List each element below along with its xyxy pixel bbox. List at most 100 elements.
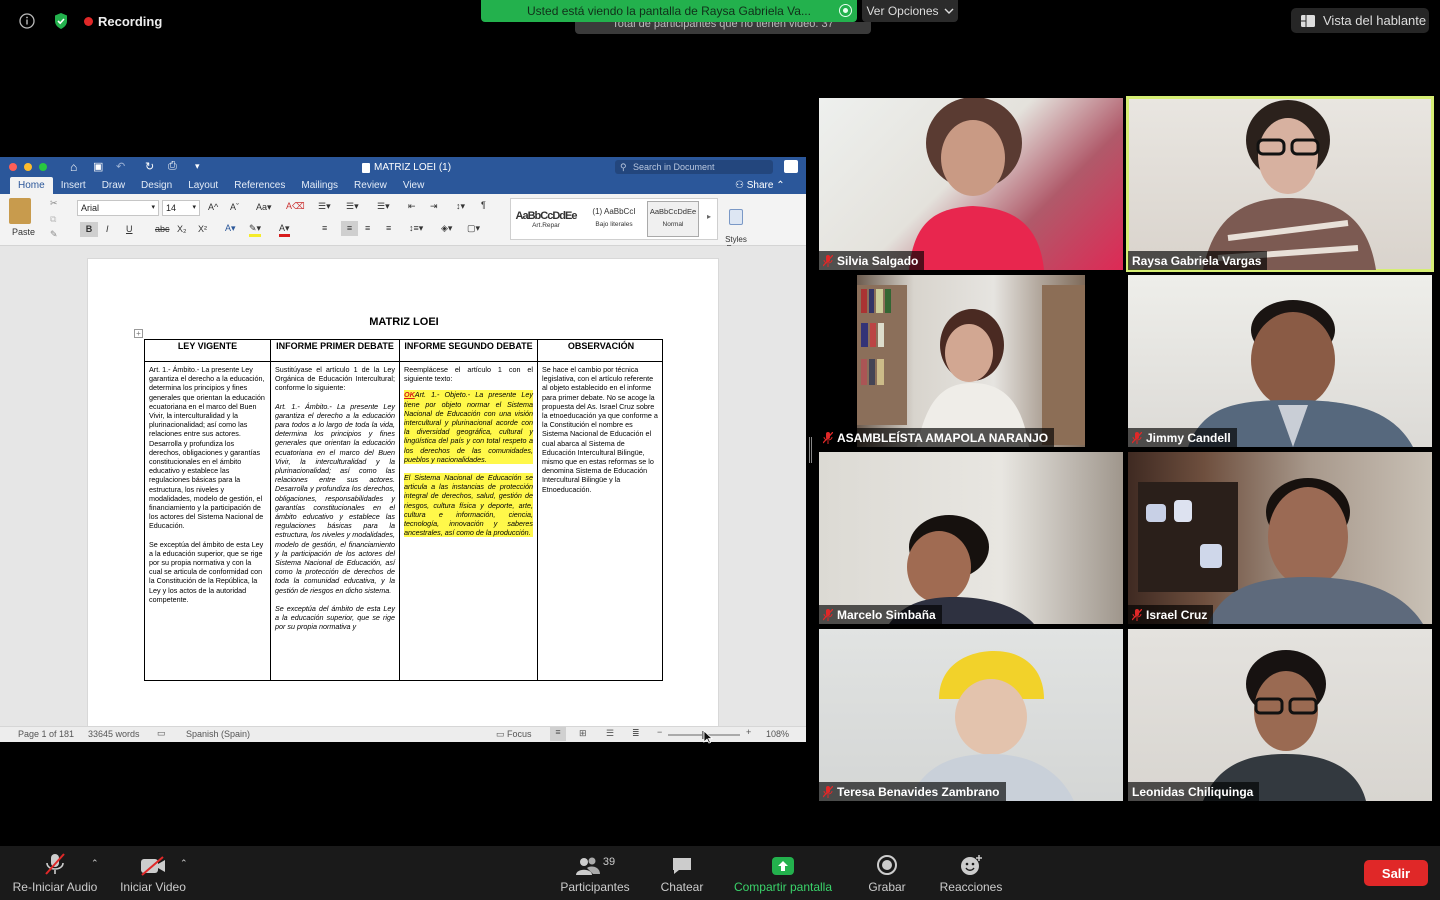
tab-design[interactable]: Design bbox=[133, 177, 180, 194]
italic-button[interactable]: I bbox=[106, 224, 109, 234]
bullets-icon[interactable]: ☰▾ bbox=[318, 201, 331, 212]
video-tile[interactable]: Israel Cruz bbox=[1128, 452, 1432, 624]
show-marks-icon[interactable]: ¶ bbox=[481, 200, 486, 210]
grow-font-icon[interactable]: A^ bbox=[208, 202, 218, 212]
tab-insert[interactable]: Insert bbox=[53, 177, 94, 194]
video-tile[interactable]: Marcelo Simbaña bbox=[819, 452, 1123, 624]
record-button[interactable]: Grabar bbox=[858, 846, 916, 900]
video-options-chevron-icon[interactable]: ⌃ bbox=[180, 858, 188, 869]
tab-view[interactable]: View bbox=[395, 177, 433, 194]
zoom-out-icon[interactable]: − bbox=[657, 727, 662, 737]
paste-clipboard-icon[interactable] bbox=[9, 198, 31, 224]
highlight-color-icon[interactable]: ✎▾ bbox=[249, 223, 262, 237]
font-color-icon[interactable]: A▾ bbox=[279, 223, 290, 237]
print-layout-icon[interactable]: ≡ bbox=[550, 727, 566, 741]
table-cell[interactable]: Art. 1.- Ámbito.- La presente Ley garant… bbox=[145, 362, 270, 607]
strikethrough-button[interactable]: abc bbox=[155, 224, 170, 234]
focus-button[interactable]: ▭ Focus bbox=[496, 729, 532, 740]
tab-review[interactable]: Review bbox=[346, 177, 395, 194]
language-indicator[interactable]: Spanish (Spain) bbox=[186, 729, 250, 739]
speaker-view-button[interactable]: Vista del hablante bbox=[1291, 8, 1429, 33]
minimize-window-icon[interactable] bbox=[24, 163, 32, 171]
draft-icon[interactable]: ≣ bbox=[632, 728, 640, 739]
justify-icon[interactable]: ≡ bbox=[386, 223, 391, 233]
info-icon[interactable] bbox=[17, 11, 37, 31]
table-move-handle-icon[interactable]: + bbox=[134, 329, 143, 338]
leave-meeting-button[interactable]: Salir bbox=[1364, 860, 1428, 886]
home-icon[interactable]: ⌂ bbox=[70, 160, 77, 174]
video-tile[interactable]: Teresa Benavides Zambrano bbox=[819, 629, 1123, 801]
page-count[interactable]: Page 1 of 181 bbox=[18, 729, 74, 739]
security-shield-icon[interactable] bbox=[51, 11, 71, 31]
chat-button[interactable]: Chatear bbox=[652, 846, 712, 900]
search-document-input[interactable]: ⚲ Search in Document bbox=[615, 160, 773, 174]
subscript-button[interactable]: X₂ bbox=[177, 224, 187, 234]
tab-draw[interactable]: Draw bbox=[94, 177, 133, 194]
style-normal[interactable]: AaBbCcDdEe Normal bbox=[647, 201, 699, 237]
style-art-repar[interactable]: AaBbCcDdEe Art.Repar bbox=[513, 201, 579, 237]
cut-icon[interactable]: ✂ bbox=[50, 198, 58, 209]
shrink-font-icon[interactable]: Aˇ bbox=[230, 202, 239, 212]
feedback-icon[interactable] bbox=[784, 160, 798, 173]
format-painter-icon[interactable]: ✎ bbox=[50, 229, 58, 240]
start-video-button[interactable]: Iniciar Video bbox=[114, 846, 192, 900]
redo-icon[interactable]: ↻ bbox=[145, 160, 154, 173]
tab-mailings[interactable]: Mailings bbox=[293, 177, 346, 194]
line-spacing-icon[interactable]: ↕≡▾ bbox=[409, 223, 423, 234]
video-tile[interactable]: Silvia Salgado bbox=[819, 98, 1123, 270]
zoom-in-icon[interactable]: + bbox=[746, 727, 751, 737]
recording-indicator[interactable]: Recording bbox=[84, 14, 162, 29]
participants-button[interactable]: 39 Participantes bbox=[555, 846, 635, 900]
customize-toolbar-icon[interactable]: ▾ bbox=[195, 161, 200, 172]
shading-icon[interactable]: ◈▾ bbox=[441, 223, 452, 234]
word-count[interactable]: 33645 words bbox=[88, 729, 140, 739]
numbering-icon[interactable]: ☰▾ bbox=[346, 201, 359, 212]
tab-references[interactable]: References bbox=[226, 177, 293, 194]
view-options-dropdown[interactable]: Ver Opciones bbox=[862, 0, 958, 22]
font-size-select[interactable]: 14 ▾ bbox=[162, 200, 200, 216]
multilevel-list-icon[interactable]: ☰▾ bbox=[377, 201, 390, 212]
share-screen-button[interactable]: Compartir pantalla bbox=[728, 846, 838, 900]
styles-pane-button[interactable]: Styles Pane bbox=[724, 200, 748, 253]
clear-formatting-icon[interactable]: A⌫ bbox=[286, 201, 305, 212]
decrease-indent-icon[interactable]: ⇤ bbox=[408, 201, 416, 212]
close-window-icon[interactable] bbox=[9, 163, 17, 171]
outline-icon[interactable]: ☰ bbox=[606, 728, 614, 739]
superscript-button[interactable]: X² bbox=[198, 224, 207, 234]
video-tile[interactable]: ASAMBLEÍSTA AMAPOLA NARANJO bbox=[819, 275, 1123, 447]
share-document-button[interactable]: ⚇ Share ⌃ bbox=[735, 180, 785, 191]
table-cell[interactable]: Reemplácese el artículo 1 con el siguien… bbox=[400, 362, 537, 540]
print-icon[interactable]: ⎙ bbox=[168, 160, 177, 173]
maximize-window-icon[interactable] bbox=[39, 163, 47, 171]
style-bajo-literales[interactable]: (1) AaBbCcI Bajo literales bbox=[583, 201, 645, 237]
unmute-audio-button[interactable]: Re-Iniciar Audio bbox=[10, 846, 100, 900]
change-case-icon[interactable]: Aa▾ bbox=[256, 202, 272, 213]
split-view-handle[interactable] bbox=[809, 437, 812, 463]
web-layout-icon[interactable]: ⊞ bbox=[579, 728, 587, 739]
font-name-select[interactable]: Arial ▾ bbox=[77, 200, 159, 216]
audio-options-chevron-icon[interactable]: ⌃ bbox=[91, 858, 99, 869]
video-tile-active-speaker[interactable]: Raysa Gabriela Vargas bbox=[1126, 96, 1434, 272]
video-tile[interactable]: Jimmy Candell bbox=[1128, 275, 1432, 447]
tab-layout[interactable]: Layout bbox=[180, 177, 226, 194]
align-right-icon[interactable]: ≡ bbox=[365, 223, 370, 233]
table-cell[interactable]: Sustitúyase el artículo 1 de la Ley Orgá… bbox=[271, 362, 399, 634]
copy-icon[interactable]: ⧉ bbox=[50, 214, 56, 225]
tab-home[interactable]: Home bbox=[10, 177, 53, 194]
video-tile[interactable]: Leonidas Chiliquinga bbox=[1128, 629, 1432, 801]
zoom-level[interactable]: 108% bbox=[766, 729, 789, 739]
bold-button[interactable]: B bbox=[80, 222, 98, 237]
borders-icon[interactable]: ▢▾ bbox=[467, 223, 480, 234]
increase-indent-icon[interactable]: ⇥ bbox=[430, 201, 438, 212]
text-effects-icon[interactable]: A▾ bbox=[225, 223, 236, 234]
sort-icon[interactable]: ↕▾ bbox=[456, 201, 465, 212]
chevron-right-icon[interactable]: ▸ bbox=[707, 212, 711, 221]
table-cell[interactable]: Se hace el cambio por técnica legislativ… bbox=[538, 362, 662, 497]
reactions-button[interactable]: Reacciones bbox=[935, 846, 1007, 900]
proofing-icon[interactable]: ▭ bbox=[157, 728, 166, 739]
undo-icon[interactable]: ↶ bbox=[116, 160, 125, 173]
save-icon[interactable]: ▣ bbox=[93, 160, 103, 173]
align-center-icon[interactable]: ≡ bbox=[341, 221, 358, 236]
underline-button[interactable]: U bbox=[126, 224, 133, 234]
align-left-icon[interactable]: ≡ bbox=[322, 223, 327, 233]
